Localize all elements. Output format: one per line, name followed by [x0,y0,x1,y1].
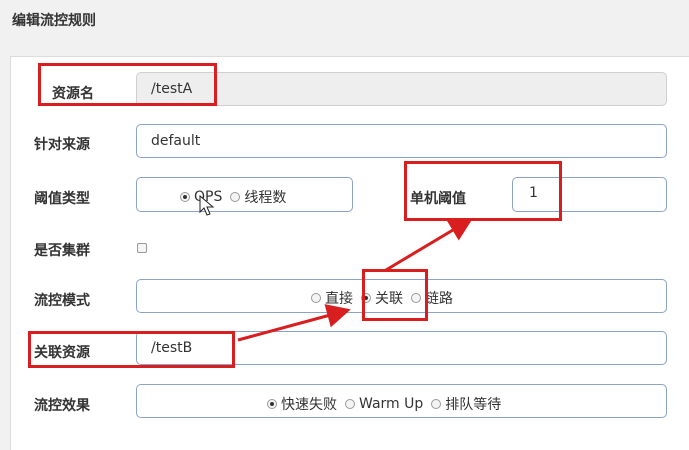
annotation-arrows [237,217,474,342]
arrow-ref-to-relate [237,304,351,342]
mouse-cursor-icon [199,195,215,216]
arrow-relate-to-threshold [385,217,474,272]
